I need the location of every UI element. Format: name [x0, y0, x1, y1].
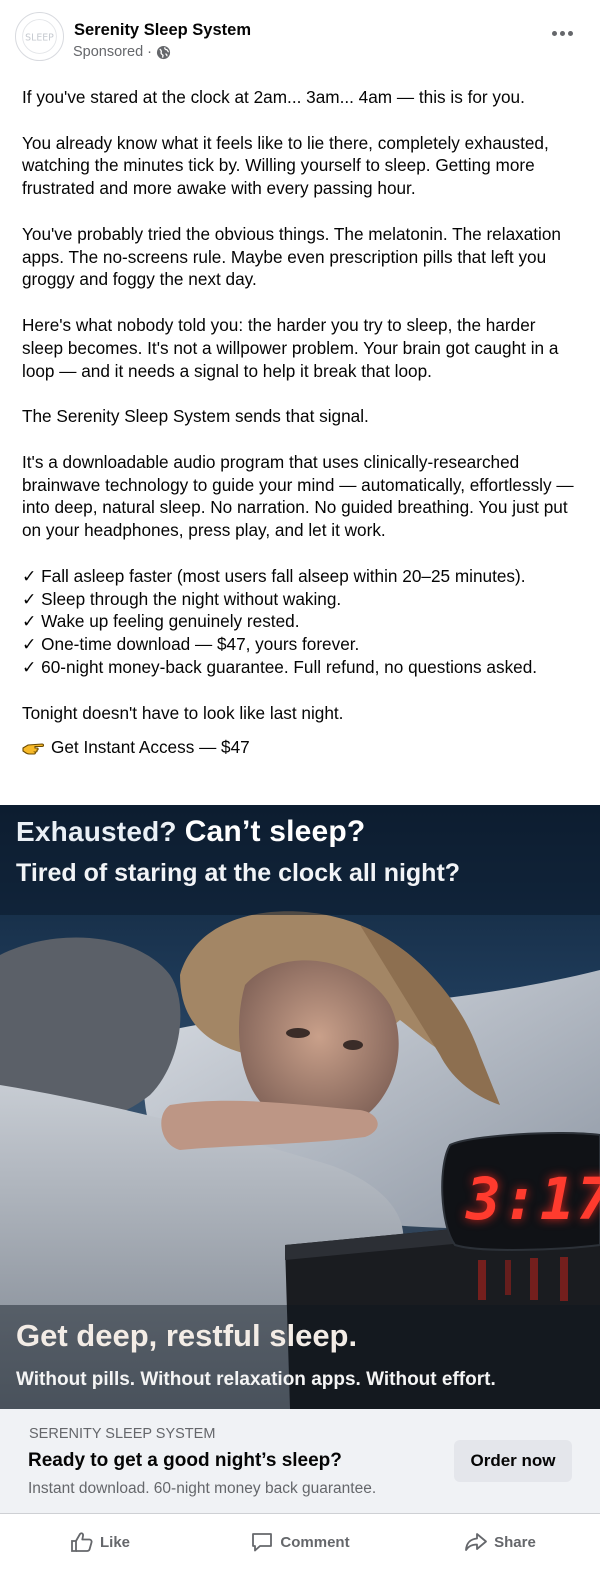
checklist-item: ✓ 60-night money-back guarantee. Full re… [22, 656, 538, 677]
link-description: Instant download. 60-night money back gu… [28, 1480, 377, 1497]
like-label: Like [99, 1533, 130, 1551]
like-button[interactable]: Like [0, 1514, 200, 1570]
sleep-logo-icon: SLEEP [16, 13, 63, 60]
image-footer-headline: Get deep, restful sleep. [16, 1318, 358, 1353]
sponsored-label[interactable]: Sponsored [73, 44, 143, 60]
share-label: Share [494, 1533, 536, 1551]
post-body: If you've stared at the clock at 2am... … [22, 86, 578, 759]
page-name[interactable]: Serenity Sleep System [74, 21, 251, 40]
more-options-icon[interactable] [548, 22, 576, 44]
page-avatar[interactable]: SLEEP [15, 12, 64, 61]
cta-line[interactable]: Get Instant Access — $47 [22, 736, 578, 759]
comment-label: Comment [280, 1533, 350, 1551]
link-preview-bar[interactable]: SERENITY SLEEP SYSTEM Ready to get a goo… [0, 1409, 600, 1513]
checklist-item: ✓ One-time download — $47, yours forever… [22, 634, 360, 655]
benefit-checklist: ✓ Fall asleep faster (most users fall al… [22, 565, 578, 679]
avatar-logo-text: SLEEP [25, 32, 54, 43]
post-actions: Like Comment Share [0, 1514, 600, 1570]
globe-icon [156, 45, 171, 59]
body-paragraph-4: Here's what nobody told you: the harder … [22, 314, 559, 381]
share-icon [465, 1533, 488, 1551]
body-paragraph-5: The Serenity Sleep System sends that sig… [22, 406, 369, 427]
alarm-clock-display: 3:17 [466, 1165, 600, 1233]
link-domain: SERENITY SLEEP SYSTEM [29, 1426, 216, 1442]
image-headline: Exhausted? Can’t sleep? [16, 815, 365, 849]
body-paragraph-6: It's a downloadable audio program that u… [22, 451, 574, 541]
body-paragraph-3: You've probably tried the obvious things… [22, 223, 561, 290]
share-button[interactable]: Share [400, 1514, 600, 1570]
checklist-item: ✓ Wake up feeling genuinely rested. [22, 611, 300, 632]
body-paragraph-2: You already know what it feels like to l… [22, 132, 549, 199]
order-now-button[interactable]: Order now [454, 1440, 572, 1482]
meta-separator: · [147, 44, 152, 60]
post-meta: Sponsored · [73, 44, 171, 60]
post-header: SLEEP Serenity Sleep System Sponsored · [0, 0, 600, 72]
body-paragraph-7: Tonight doesn't have to look like last n… [22, 702, 344, 723]
body-paragraph-1: If you've stared at the clock at 2am... … [22, 87, 525, 107]
thumbs-up-icon [71, 1532, 93, 1552]
pointing-hand-icon [22, 743, 45, 755]
cta-text[interactable]: Get Instant Access — $47 [51, 736, 250, 759]
sponsored-post: SLEEP Serenity Sleep System Sponsored · … [0, 0, 600, 1570]
link-title[interactable]: Ready to get a good night’s sleep? [28, 1450, 342, 1472]
image-headline-part1: Exhausted? [16, 816, 177, 847]
checklist-item: ✓ Fall asleep faster (most users fall al… [22, 565, 526, 586]
image-headline-part2: Can’t sleep? [184, 815, 366, 848]
image-footer-subtext: Without pills. Without relaxation apps. … [16, 1369, 496, 1390]
checklist-item: ✓ Sleep through the night without waking… [22, 588, 342, 609]
ad-image[interactable]: Exhausted? Can’t sleep? Tired of staring… [0, 805, 600, 1409]
comment-icon [252, 1533, 273, 1552]
image-subheadline: Tired of staring at the clock all night? [16, 859, 461, 887]
comment-button[interactable]: Comment [200, 1514, 400, 1570]
